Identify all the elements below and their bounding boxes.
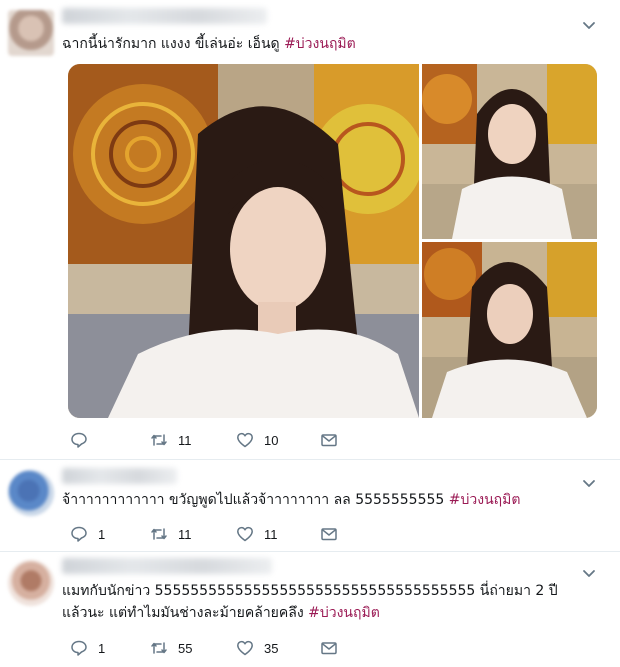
user-name-blurred[interactable] <box>62 558 272 574</box>
like-count: 10 <box>264 432 279 448</box>
like-icon <box>237 526 253 542</box>
tweet-text: จ้าาาาาาาาาาาา ขวัญพูดไปแล้วจ้าาาาาาาา ล… <box>62 490 580 510</box>
reply-button[interactable]: 1 <box>70 524 105 544</box>
tweet-text-body: ฉากนี้น่ารักมาก แงงง ขี้เล่นอ่ะ เอ็นดู <box>62 36 285 52</box>
tweet-text: ฉากนี้น่ารักมาก แงงง ขี้เล่นอ่ะ เอ็นดู #… <box>62 34 580 54</box>
like-button[interactable]: 10 <box>236 430 278 450</box>
reply-button[interactable] <box>70 430 98 450</box>
avatar[interactable] <box>8 560 54 606</box>
retweet-button[interactable]: 55 <box>150 638 192 658</box>
reply-count: 1 <box>98 526 106 542</box>
reply-icon <box>71 640 87 656</box>
reply-icon <box>71 526 87 542</box>
chevron-down-icon[interactable] <box>580 16 598 34</box>
chevron-down-icon[interactable] <box>580 474 598 492</box>
top-right-photo[interactable] <box>422 64 597 239</box>
bottom-right-photo[interactable] <box>422 242 597 418</box>
message-icon <box>321 642 337 655</box>
direct-message-button[interactable] <box>320 430 338 450</box>
avatar[interactable] <box>8 10 54 56</box>
reply-count: 1 <box>98 640 106 656</box>
tweet-text: แมทกับนักข่าว 55555555555555555555555555… <box>62 580 580 624</box>
like-count: 11 <box>264 526 278 542</box>
message-icon <box>321 434 337 447</box>
tweet[interactable]: ฉากนี้น่ารักมาก แงงง ขี้เล่นอ่ะ เอ็นดู #… <box>0 0 620 460</box>
user-name-blurred[interactable] <box>62 8 267 24</box>
reply-icon <box>71 432 87 448</box>
chevron-down-icon[interactable] <box>580 564 598 582</box>
hashtag-link[interactable]: #บ่วงนฤมิต <box>284 36 356 52</box>
direct-message-button[interactable] <box>320 524 338 544</box>
retweet-icon <box>151 642 167 654</box>
retweet-icon <box>151 434 167 446</box>
like-icon <box>237 432 253 448</box>
avatar[interactable] <box>8 470 54 516</box>
media-grid <box>68 64 597 418</box>
hashtag-link[interactable]: #บ่วงนฤมิต <box>308 605 380 621</box>
like-icon <box>237 640 253 656</box>
retweet-count: 11 <box>178 432 192 448</box>
retweet-button[interactable]: 11 <box>150 524 192 544</box>
retweet-button[interactable]: 11 <box>150 430 192 450</box>
hashtag-link[interactable]: #บ่วงนฤมิต <box>449 492 521 508</box>
like-count: 35 <box>264 640 279 656</box>
tweet-text-body: จ้าาาาาาาาาาาา ขวัญพูดไปแล้วจ้าาาาาาาา ล… <box>62 492 449 508</box>
retweet-count: 11 <box>178 526 192 542</box>
like-button[interactable]: 11 <box>236 524 278 544</box>
retweet-icon <box>151 528 167 540</box>
main-photo[interactable] <box>68 64 419 418</box>
user-name-blurred[interactable] <box>62 468 177 484</box>
message-icon <box>321 528 337 541</box>
direct-message-button[interactable] <box>320 638 338 658</box>
like-button[interactable]: 35 <box>236 638 278 658</box>
reply-button[interactable]: 1 <box>70 638 105 658</box>
retweet-count: 55 <box>178 640 193 656</box>
